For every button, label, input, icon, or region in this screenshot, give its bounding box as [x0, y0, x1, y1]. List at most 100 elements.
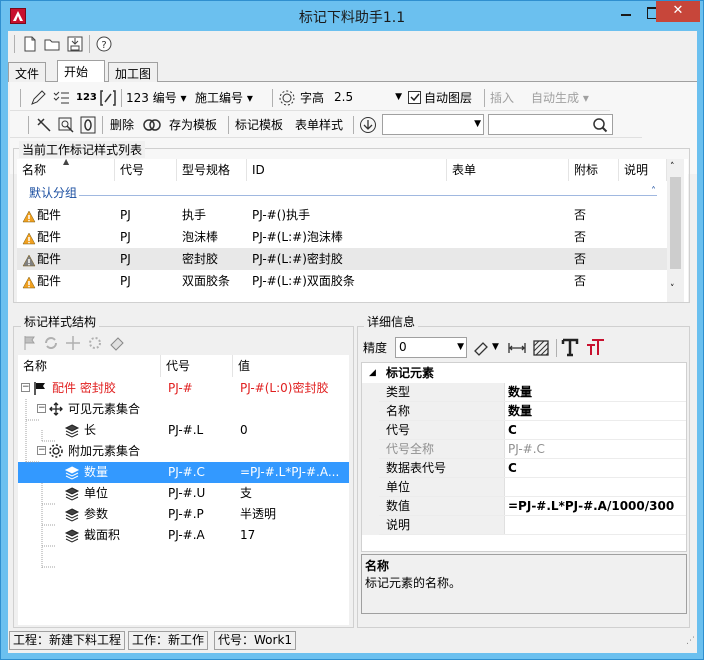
style-list-scrollbar[interactable]: ˄ ˅	[667, 159, 684, 302]
title-bar[interactable]: 标记下料助手1.1 ✕	[1, 1, 703, 31]
refresh-icon[interactable]	[42, 334, 60, 352]
property-row[interactable]: 单位	[362, 478, 686, 497]
tree-node[interactable]: 数量 PJ-#.C =PJ-#.L*PJ-#.A...	[18, 462, 349, 483]
expand-toggle-icon[interactable]: −	[21, 383, 30, 392]
zero-value-icon[interactable]	[79, 116, 97, 134]
property-row[interactable]: 说明	[362, 516, 686, 535]
expand-toggle-icon[interactable]: −	[37, 446, 46, 455]
close-button[interactable]: ✕	[656, 1, 700, 22]
save-template-icon[interactable]	[143, 116, 161, 134]
ruler-icon[interactable]	[473, 339, 491, 357]
insert-button[interactable]: 插入	[490, 88, 514, 108]
scroll-up-icon[interactable]: ˄	[670, 162, 675, 172]
tree-cell-code: PJ-#.L	[168, 423, 204, 437]
tree-node[interactable]: − 附加元素集合	[18, 441, 349, 462]
mark-template-button[interactable]: 标记模板	[235, 115, 283, 135]
gear-icon[interactable]	[278, 89, 296, 107]
delete-button[interactable]: 删除	[110, 115, 134, 135]
property-value[interactable]: C	[508, 459, 517, 478]
text-style-icon[interactable]	[585, 337, 604, 355]
save-template-button[interactable]: 存为模板	[169, 115, 217, 135]
cog-outline-icon[interactable]	[86, 334, 104, 352]
open-folder-icon[interactable]	[42, 34, 62, 54]
cog-icon	[48, 443, 64, 459]
tab-file[interactable]: 文件	[8, 62, 47, 82]
property-category[interactable]: ◢ 标记元素	[362, 364, 686, 383]
description-title: 名称	[365, 559, 390, 573]
col-header-note[interactable]: 说明	[619, 159, 667, 181]
property-row[interactable]: 数据表代号 C	[362, 459, 686, 478]
property-grid: ◢ 标记元素 类型 数量 名称 数量 代号 C 代号全称 PJ-#.C 数据表代号 C 单位 数值 =P…	[361, 362, 687, 552]
text-icon[interactable]	[561, 337, 579, 357]
download-circle-icon[interactable]	[359, 116, 377, 134]
expand-toggle-icon[interactable]: −	[37, 404, 46, 413]
property-value[interactable]: 数量	[508, 383, 532, 402]
number-sequence-button[interactable]: 123	[76, 88, 97, 108]
tree-node[interactable]: − 可见元素集合	[18, 399, 349, 420]
precision-select[interactable]: 0 ▼	[395, 337, 467, 358]
col-header-spec[interactable]: 型号规格	[177, 159, 247, 181]
eraser-icon[interactable]	[108, 334, 126, 352]
search-icon[interactable]	[592, 117, 608, 133]
property-value[interactable]: PJ-#.C	[508, 440, 545, 459]
col-header-code[interactable]: 代号	[115, 159, 177, 181]
property-value[interactable]: =PJ-#.L*PJ-#.A/1000/300	[508, 497, 674, 516]
collapse-triangle-icon[interactable]: ◢	[369, 364, 376, 383]
tree-cell-label: 附加元素集合	[68, 444, 141, 458]
hatch-icon[interactable]	[532, 339, 550, 357]
col-header-form[interactable]: 表单	[447, 159, 569, 181]
col-header-id[interactable]: ID	[247, 159, 447, 181]
resize-grip-icon[interactable]: ⋰	[686, 636, 695, 646]
property-row[interactable]: 代号 C	[362, 421, 686, 440]
chevron-up-icon[interactable]: ˄	[651, 181, 656, 203]
template-select[interactable]: ▼	[382, 114, 484, 135]
tree-col-header-code[interactable]: 代号	[161, 355, 233, 377]
property-row[interactable]: 数值 =PJ-#.L*PJ-#.A/1000/300	[362, 497, 686, 516]
flag-icon[interactable]	[21, 334, 39, 352]
chevron-down-icon: ▼	[395, 92, 402, 102]
char-height-select[interactable]: 2.5 ▼	[330, 87, 405, 108]
help-icon[interactable]: ?	[94, 34, 114, 54]
tab-start[interactable]: 开始	[57, 60, 105, 82]
numbering-dropdown[interactable]: 123 编号 ▾	[126, 88, 187, 108]
new-file-icon[interactable]	[20, 34, 40, 54]
property-row[interactable]: 名称 数量	[362, 402, 686, 421]
checklist-icon[interactable]	[52, 89, 70, 107]
pick-tool-icon[interactable]	[35, 116, 53, 134]
group-row[interactable]: 默认分组 ˄	[17, 182, 667, 204]
auto-layer-checkbox[interactable]	[408, 91, 421, 104]
quick-access-toolbar: ?	[8, 31, 697, 57]
scroll-thumb[interactable]	[670, 177, 681, 269]
table-row[interactable]: 配件 PJ 泡沫棒 PJ-#(L:#)泡沫棒 否	[17, 226, 667, 248]
save-icon[interactable]	[65, 34, 85, 54]
char-height-value: 2.5	[334, 90, 354, 104]
property-value[interactable]: C	[508, 421, 517, 440]
col-header-sub-mark[interactable]: 附标	[569, 159, 619, 181]
pencil-icon[interactable]	[29, 89, 47, 107]
tree-col-header-value[interactable]: 值	[233, 355, 349, 377]
property-row[interactable]: 类型 数量	[362, 383, 686, 402]
tree-node[interactable]: 参数 PJ-#.P 半透明	[18, 504, 349, 525]
scroll-down-icon[interactable]: ˅	[670, 284, 675, 294]
tab-machining-drawing[interactable]: 加工图	[108, 62, 159, 82]
tree-node[interactable]: 单位 PJ-#.U 支	[18, 483, 349, 504]
construction-numbering-dropdown[interactable]: 施工编号 ▾	[195, 88, 253, 108]
auto-generate-dropdown[interactable]: 自动生成 ▾	[531, 88, 589, 108]
zoom-select-icon[interactable]	[57, 116, 75, 134]
move-icon[interactable]	[64, 334, 82, 352]
property-row[interactable]: 代号全称 PJ-#.C	[362, 440, 686, 459]
table-row[interactable]: 配件 PJ 密封胶 PJ-#(L:#)密封胶 否	[17, 248, 667, 270]
form-style-button[interactable]: 表单样式	[295, 115, 343, 135]
minimize-button[interactable]	[613, 1, 639, 23]
tree-node[interactable]: 长 PJ-#.L 0	[18, 420, 349, 441]
dimension-icon[interactable]	[507, 339, 526, 357]
chevron-down-icon[interactable]: ▼	[492, 342, 499, 352]
bracket-number-icon[interactable]	[99, 89, 117, 107]
tree-node[interactable]: − 配件 密封胶 PJ-# PJ-#(L:0)密封胶	[18, 378, 349, 399]
tree-node[interactable]: 截面积 PJ-#.A 17	[18, 525, 349, 546]
tree-col-header-name[interactable]: 名称	[18, 355, 161, 377]
property-value[interactable]: 数量	[508, 402, 532, 421]
search-input[interactable]	[488, 114, 613, 135]
table-row[interactable]: 配件 PJ 双面胶条 PJ-#(L:#)双面胶条 否	[17, 270, 667, 292]
table-row[interactable]: 配件 PJ 执手 PJ-#()执手 否	[17, 204, 667, 226]
